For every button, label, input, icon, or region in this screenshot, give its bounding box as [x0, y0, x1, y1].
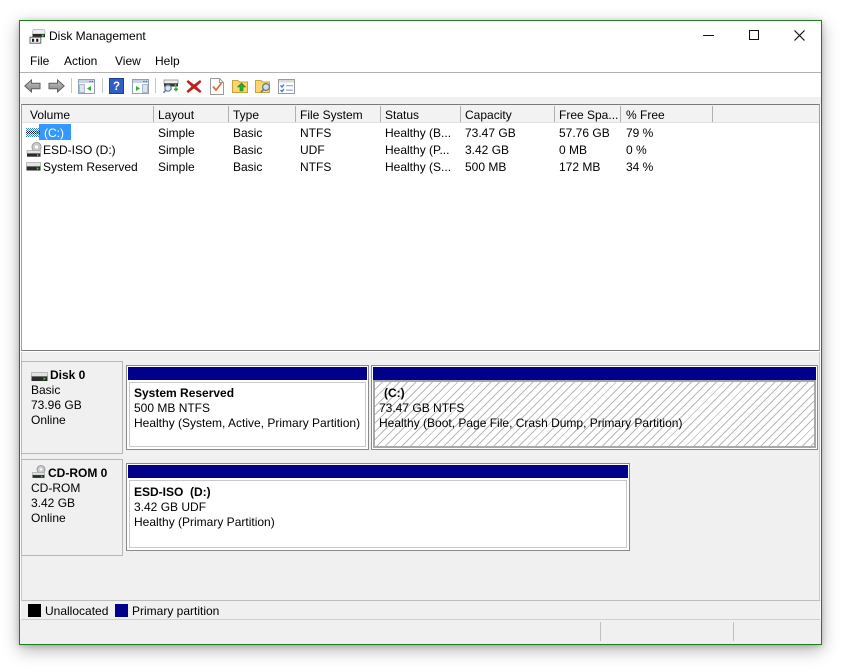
- svg-text:?: ?: [113, 81, 120, 93]
